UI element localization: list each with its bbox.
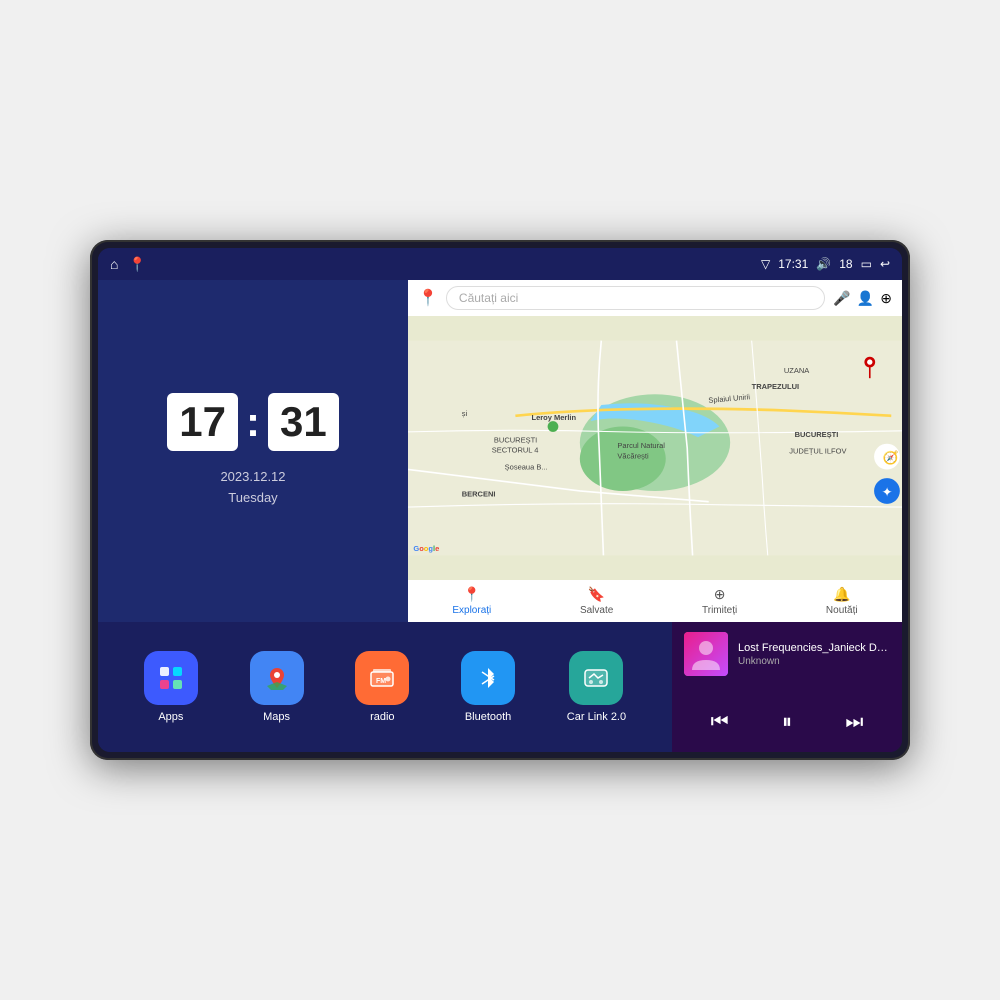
music-controls: ⏮ ⏸ ⏭ [684, 703, 890, 742]
maps-icon [250, 651, 304, 705]
svg-text:Văcărești: Văcărești [617, 452, 649, 461]
music-panel: Lost Frequencies_Janieck Devy-... Unknow… [672, 622, 902, 752]
mic-icon[interactable]: 🎤 [833, 290, 850, 307]
play-pause-button[interactable]: ⏸ [772, 707, 802, 738]
next-button[interactable]: ⏭ [835, 707, 873, 738]
svg-text:TRAPEZULUI: TRAPEZULUI [752, 382, 800, 391]
battery-level: 18 [839, 257, 852, 271]
explore-icon: 📍 [463, 586, 480, 603]
maps-nav-icon[interactable]: 📍 [128, 256, 145, 273]
carlink-icon [569, 651, 623, 705]
status-right: ▽ 17:31 🔊 18 ▭ ↩ [761, 257, 890, 271]
signal-icon: ▽ [761, 257, 770, 271]
time-display: 17:31 [778, 257, 808, 271]
prev-button[interactable]: ⏮ [701, 707, 739, 738]
bottom-row: Apps Maps [98, 622, 902, 752]
top-row: 17 : 31 2023.12.12 Tuesday 📍 [98, 280, 902, 622]
map-footer-explore[interactable]: 📍 Explorați [452, 586, 491, 616]
music-title: Lost Frequencies_Janieck Devy-... [738, 642, 890, 654]
svg-text:BERCENI: BERCENI [462, 489, 496, 498]
saved-icon: 🔖 [588, 586, 605, 603]
svg-text:BUCUREȘTI: BUCUREȘTI [795, 430, 839, 439]
search-placeholder: Căutați aici [459, 291, 518, 305]
map-footer-share[interactable]: ⊕ Trimiteți [702, 586, 737, 616]
app-item-apps[interactable]: Apps [144, 651, 198, 723]
svg-text:✦: ✦ [882, 484, 893, 499]
music-info: Lost Frequencies_Janieck Devy-... Unknow… [684, 632, 890, 676]
music-thumbnail [684, 632, 728, 676]
app-item-radio[interactable]: FM radio [355, 651, 409, 723]
map-search-bar[interactable]: Căutați aici [446, 286, 825, 310]
app-item-carlink[interactable]: Car Link 2.0 [567, 651, 626, 723]
svg-text:JUDEȚUL ILFOV: JUDEȚUL ILFOV [789, 446, 846, 455]
status-bar: ⌂ 📍 ▽ 17:31 🔊 18 ▭ ↩ [98, 248, 902, 280]
map-svg: Splaiul Unirii TRAPEZULUI BUCUREȘTI JUDE… [408, 316, 902, 580]
apps-label: Apps [158, 711, 183, 723]
clock-panel: 17 : 31 2023.12.12 Tuesday [98, 280, 408, 622]
home-icon[interactable]: ⌂ [110, 256, 118, 272]
app-item-maps[interactable]: Maps [250, 651, 304, 723]
saved-label: Salvate [580, 605, 613, 616]
map-body[interactable]: Splaiul Unirii TRAPEZULUI BUCUREȘTI JUDE… [408, 316, 902, 580]
layers-icon[interactable]: ⊕ [880, 290, 892, 307]
share-label: Trimiteți [702, 605, 737, 616]
map-footer-saved[interactable]: 🔖 Salvate [580, 586, 613, 616]
map-header: 📍 Căutați aici 🎤 👤 ⊕ [408, 280, 902, 316]
svg-text:și: și [462, 409, 468, 418]
carlink-label: Car Link 2.0 [567, 711, 626, 723]
svg-text:Parcul Natural: Parcul Natural [617, 441, 665, 450]
map-footer-news[interactable]: 🔔 Noutăți [826, 586, 858, 616]
svg-text:UZANA: UZANA [784, 366, 809, 375]
volume-icon: 🔊 [816, 257, 831, 271]
clock-minutes: 31 [268, 393, 339, 451]
svg-text:BUCUREȘTI: BUCUREȘTI [494, 436, 537, 445]
battery-icon: ▭ [861, 257, 872, 271]
bluetooth-label: Bluetooth [465, 711, 511, 723]
car-screen: ⌂ 📍 ▽ 17:31 🔊 18 ▭ ↩ 17 : [98, 248, 902, 752]
radio-label: radio [370, 711, 394, 723]
account-icon[interactable]: 👤 [857, 290, 874, 307]
app-item-bluetooth[interactable]: Bluetooth [461, 651, 515, 723]
news-label: Noutăți [826, 605, 858, 616]
share-icon: ⊕ [714, 586, 726, 603]
svg-text:Google: Google [413, 544, 439, 553]
radio-icon: FM [355, 651, 409, 705]
svg-text:SECTORUL 4: SECTORUL 4 [492, 445, 539, 454]
maps-label: Maps [263, 711, 290, 723]
music-artist: Unknown [738, 656, 890, 667]
clock-display: 17 : 31 [167, 393, 338, 451]
news-icon: 🔔 [833, 586, 850, 603]
svg-text:🧭: 🧭 [883, 450, 899, 465]
car-display-device: ⌂ 📍 ▽ 17:31 🔊 18 ▭ ↩ 17 : [90, 240, 910, 760]
map-search-icons: 🎤 👤 ⊕ [833, 290, 892, 307]
back-icon[interactable]: ↩ [880, 257, 890, 271]
map-pin-icon: 📍 [418, 288, 438, 308]
clock-colon: : [246, 401, 260, 443]
svg-text:Leroy Merlin: Leroy Merlin [532, 413, 577, 422]
clock-hours: 17 [167, 393, 238, 451]
map-canvas: Splaiul Unirii TRAPEZULUI BUCUREȘTI JUDE… [408, 316, 902, 580]
status-left: ⌂ 📍 [110, 256, 146, 273]
apps-icon [144, 651, 198, 705]
map-footer: 📍 Explorați 🔖 Salvate ⊕ Trimiteți 🔔 [408, 580, 902, 622]
map-panel[interactable]: 📍 Căutați aici 🎤 👤 ⊕ [408, 280, 902, 622]
apps-panel: Apps Maps [98, 622, 672, 752]
main-content: 17 : 31 2023.12.12 Tuesday 📍 [98, 280, 902, 752]
explore-label: Explorați [452, 605, 491, 616]
music-text: Lost Frequencies_Janieck Devy-... Unknow… [738, 642, 890, 667]
svg-text:Șoseaua B...: Șoseaua B... [505, 462, 548, 471]
svg-text:FM: FM [376, 678, 386, 685]
bluetooth-icon [461, 651, 515, 705]
clock-date: 2023.12.12 Tuesday [220, 467, 285, 509]
